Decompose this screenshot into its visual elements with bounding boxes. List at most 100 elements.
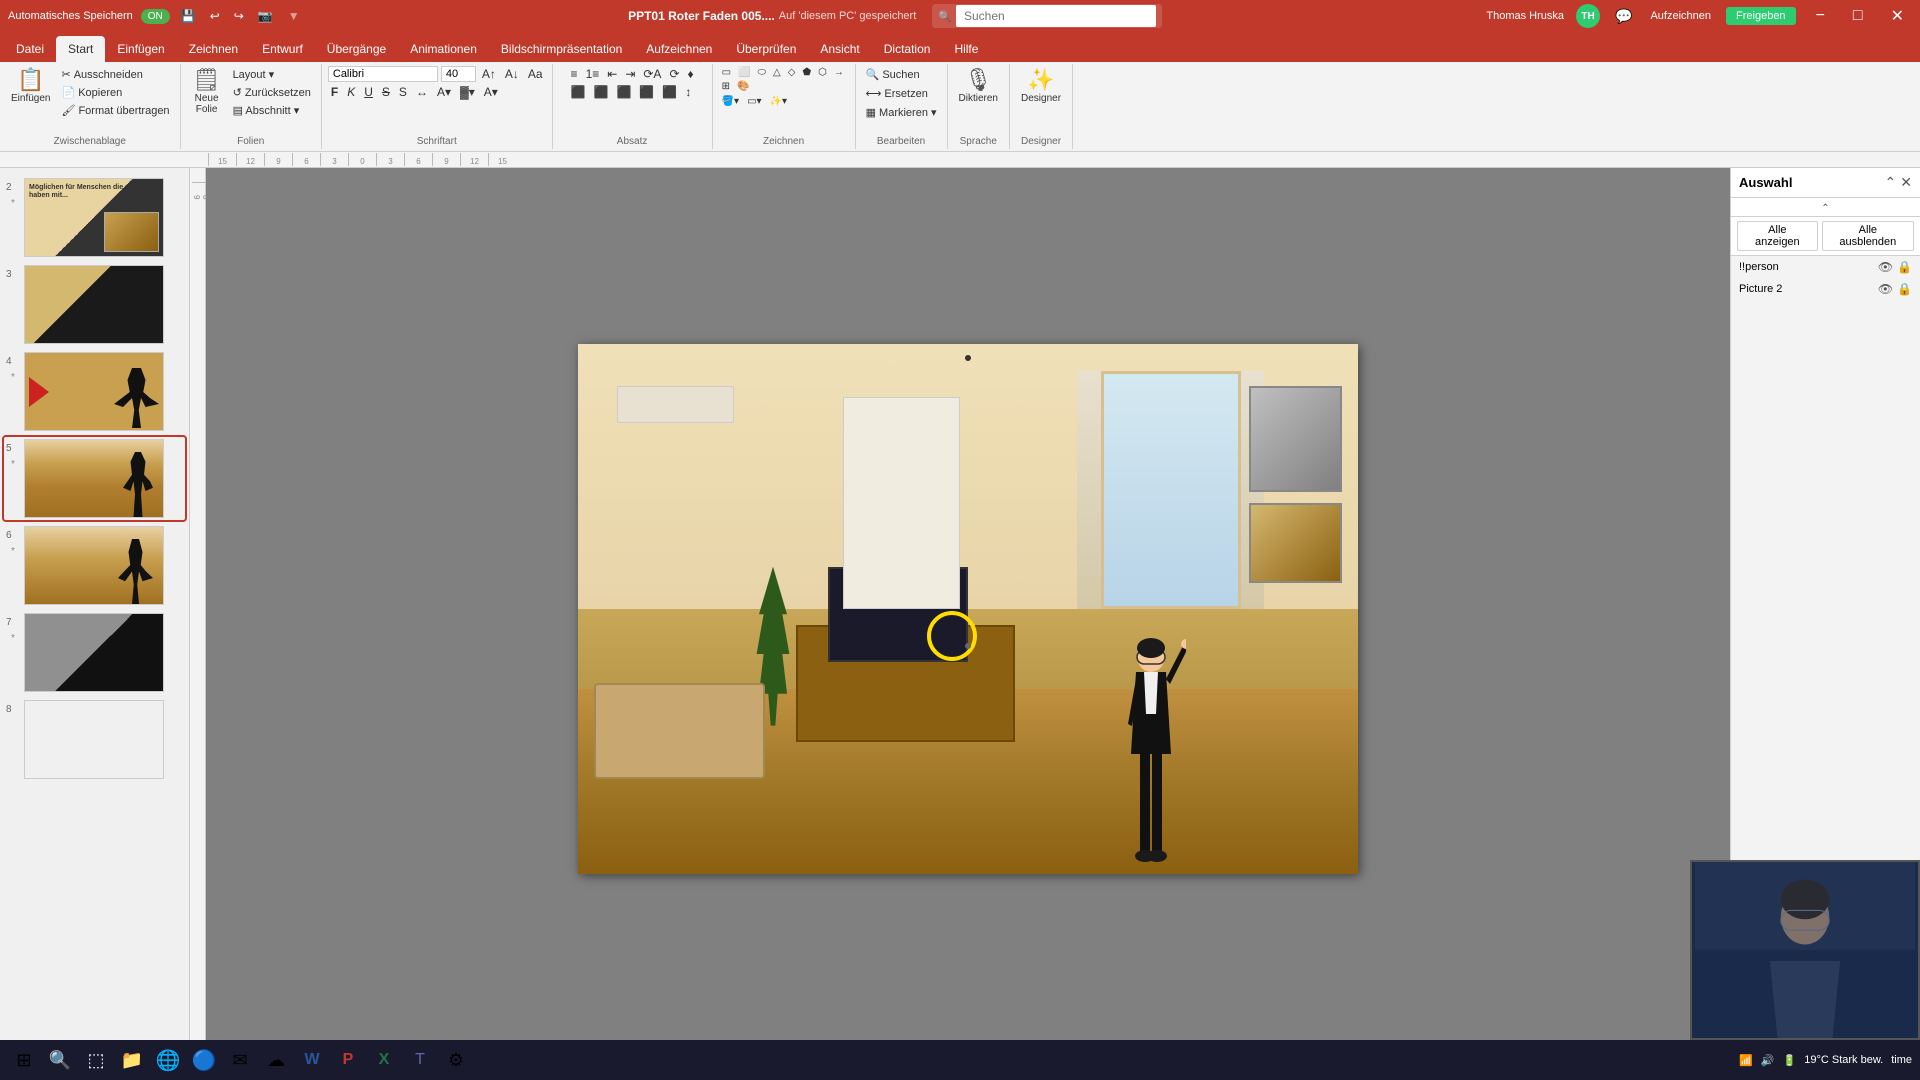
column-btn[interactable]: ⬛ bbox=[659, 84, 680, 100]
chrome-btn[interactable]: 🔵 bbox=[188, 1044, 220, 1076]
markieren-btn[interactable]: ▦ Markieren ▾ bbox=[862, 104, 941, 121]
lock-icon-person[interactable]: 🔒 bbox=[1897, 260, 1912, 274]
line-spacing-btn[interactable]: ↕ bbox=[682, 84, 694, 100]
indent-decrease-btn[interactable]: ⇤ bbox=[604, 66, 620, 82]
shape-5-btn[interactable]: ⬟ bbox=[799, 66, 814, 79]
smartart-btn[interactable]: ♦ bbox=[685, 66, 697, 82]
slide-canvas[interactable] bbox=[578, 344, 1358, 874]
minimize-btn[interactable]: − bbox=[1808, 7, 1833, 25]
tab-ansicht[interactable]: Ansicht bbox=[808, 36, 871, 62]
strikethrough-btn[interactable]: S bbox=[379, 84, 393, 100]
shadow-btn[interactable]: S bbox=[396, 84, 410, 100]
shape-4-btn[interactable]: ◇ bbox=[785, 66, 799, 79]
formkontur-btn[interactable]: ▭▾ bbox=[744, 95, 764, 108]
abschnitt-btn[interactable]: ▤ Abschnitt ▾ bbox=[229, 102, 315, 119]
font-bg-btn[interactable]: A▾ bbox=[481, 84, 501, 100]
text-convert-btn[interactable]: ⟳ bbox=[666, 66, 682, 82]
designer-ribbon-btn[interactable]: ✨ Designer bbox=[1016, 66, 1066, 107]
slide-item-4[interactable]: 4 * bbox=[4, 350, 185, 433]
tab-dictation[interactable]: Dictation bbox=[872, 36, 943, 62]
save-btn[interactable]: 💾 bbox=[178, 8, 199, 24]
anordnen-btn[interactable]: ⊞ bbox=[719, 80, 733, 93]
screenshot-btn[interactable]: 📷 bbox=[255, 8, 276, 24]
clear-format-btn[interactable]: Aa bbox=[525, 66, 546, 82]
tab-einfuegen[interactable]: Einfügen bbox=[105, 36, 176, 62]
format-uebertragen-btn[interactable]: 🖌 Format übertragen bbox=[57, 102, 173, 119]
tab-bildschirmpraesenation[interactable]: Bildschirmpräsentation bbox=[489, 36, 634, 62]
tab-zeichnen[interactable]: Zeichnen bbox=[177, 36, 250, 62]
search-btn[interactable]: 🔍 bbox=[44, 1044, 76, 1076]
word-btn[interactable]: W bbox=[296, 1044, 328, 1076]
font-decrease-btn[interactable]: A↓ bbox=[502, 66, 522, 82]
layout-btn[interactable]: Layout ▾ bbox=[229, 66, 315, 83]
font-size-input[interactable] bbox=[441, 66, 476, 82]
align-center-btn[interactable]: ⬛ bbox=[591, 84, 612, 100]
tab-entwurf[interactable]: Entwurf bbox=[250, 36, 315, 62]
list-numbers-btn[interactable]: 1≡ bbox=[583, 66, 603, 82]
slide-item-8[interactable]: 8 bbox=[4, 698, 185, 781]
powerpoint-btn[interactable]: P bbox=[332, 1044, 364, 1076]
panel-item-person[interactable]: !!person 👁 🔒 bbox=[1731, 256, 1920, 278]
browser-btn[interactable]: 🌐 bbox=[152, 1044, 184, 1076]
shape-6-btn[interactable]: ⬡ bbox=[815, 66, 830, 79]
highlight-btn[interactable]: ▓▾ bbox=[457, 84, 478, 100]
tab-ueberpruefen[interactable]: Überprüfen bbox=[724, 36, 808, 62]
font-name-input[interactable] bbox=[328, 66, 438, 82]
slide-item-3[interactable]: 3 bbox=[4, 263, 185, 346]
tab-hilfe[interactable]: Hilfe bbox=[942, 36, 990, 62]
panel-collapse-btn[interactable]: ⌃ bbox=[1885, 174, 1897, 191]
undo-btn[interactable]: ↩ bbox=[207, 8, 223, 24]
tab-animationen[interactable]: Animationen bbox=[398, 36, 489, 62]
list-bullets-btn[interactable]: ≡ bbox=[568, 66, 581, 82]
neue-folie-btn[interactable]: 🗒 NeueFolie bbox=[187, 66, 227, 118]
present-btn[interactable]: Aufzeichnen bbox=[1647, 9, 1714, 23]
align-right-btn[interactable]: ⬛ bbox=[613, 84, 634, 100]
diktieren-btn[interactable]: 🎙 Diktieren bbox=[954, 66, 1003, 107]
slide-item-6[interactable]: 6 * bbox=[4, 524, 185, 607]
onedrive-btn[interactable]: ☁ bbox=[260, 1044, 292, 1076]
shape-tri-btn[interactable]: △ bbox=[770, 66, 784, 79]
eye-icon-picture2[interactable]: 👁 bbox=[1878, 282, 1893, 296]
show-all-btn[interactable]: Alle anzeigen bbox=[1737, 221, 1818, 251]
panel-item-picture2[interactable]: Picture 2 👁 🔒 bbox=[1731, 278, 1920, 300]
lock-icon-picture2[interactable]: 🔒 bbox=[1897, 282, 1912, 296]
schnelllformat-btn[interactable]: 🎨 bbox=[734, 80, 752, 93]
ersetzen-btn[interactable]: ⟷ Ersetzen bbox=[862, 85, 932, 102]
tab-aufzeichnen[interactable]: Aufzeichnen bbox=[634, 36, 724, 62]
underline-btn[interactable]: U bbox=[361, 84, 376, 100]
formeffekte-btn[interactable]: ✨▾ bbox=[767, 95, 790, 108]
indent-increase-btn[interactable]: ⇥ bbox=[622, 66, 638, 82]
redo-btn[interactable]: ↪ bbox=[231, 8, 247, 24]
panel-expand-btn[interactable]: ⌃ bbox=[1731, 203, 1920, 214]
taskview-btn[interactable]: ⬚ bbox=[80, 1044, 112, 1076]
slide-item-2[interactable]: 2 * Möglichen für Menschen die zu tun ha… bbox=[4, 176, 185, 259]
bold-btn[interactable]: F bbox=[328, 84, 341, 100]
shape-circle-btn[interactable]: ⬭ bbox=[755, 66, 770, 79]
tab-datei[interactable]: Datei bbox=[4, 36, 56, 62]
align-justify-btn[interactable]: ⬛ bbox=[636, 84, 657, 100]
zuruecksetzen-btn[interactable]: ↺ Zurücksetzen bbox=[229, 84, 315, 101]
italic-btn[interactable]: K bbox=[344, 84, 358, 100]
shape-rect-btn[interactable]: ▭ bbox=[719, 66, 734, 79]
shape-arrow-btn[interactable]: → bbox=[831, 66, 847, 79]
excel-btn[interactable]: X bbox=[368, 1044, 400, 1076]
tab-start[interactable]: Start bbox=[56, 36, 105, 62]
tab-uebergaenge[interactable]: Übergänge bbox=[315, 36, 398, 62]
font-color-btn[interactable]: A▾ bbox=[434, 84, 454, 100]
ausschneiden-btn[interactable]: ✂ Ausschneiden bbox=[57, 66, 173, 83]
spacing-btn[interactable]: ↔ bbox=[413, 84, 431, 100]
slide-item-5[interactable]: 5 * bbox=[4, 437, 185, 520]
einfuegen-btn[interactable]: 📋 Einfügen bbox=[6, 66, 55, 107]
settings-btn[interactable]: ⚙ bbox=[440, 1044, 472, 1076]
align-left-btn[interactable]: ⬛ bbox=[568, 84, 589, 100]
kopieren-btn[interactable]: 📄 Kopieren bbox=[57, 84, 173, 101]
maximize-btn[interactable]: □ bbox=[1845, 7, 1871, 25]
hide-all-btn[interactable]: Alle ausblenden bbox=[1822, 221, 1914, 251]
eye-icon-person[interactable]: 👁 bbox=[1878, 260, 1893, 274]
close-btn[interactable]: ✕ bbox=[1883, 6, 1912, 26]
mail-btn[interactable]: ✉ bbox=[224, 1044, 256, 1076]
comment-btn[interactable]: 💬 bbox=[1612, 7, 1635, 26]
font-increase-btn[interactable]: A↑ bbox=[479, 66, 499, 82]
autosave-toggle[interactable]: ON bbox=[141, 9, 170, 24]
fuelleffekt-btn[interactable]: 🪣▾ bbox=[719, 95, 742, 108]
